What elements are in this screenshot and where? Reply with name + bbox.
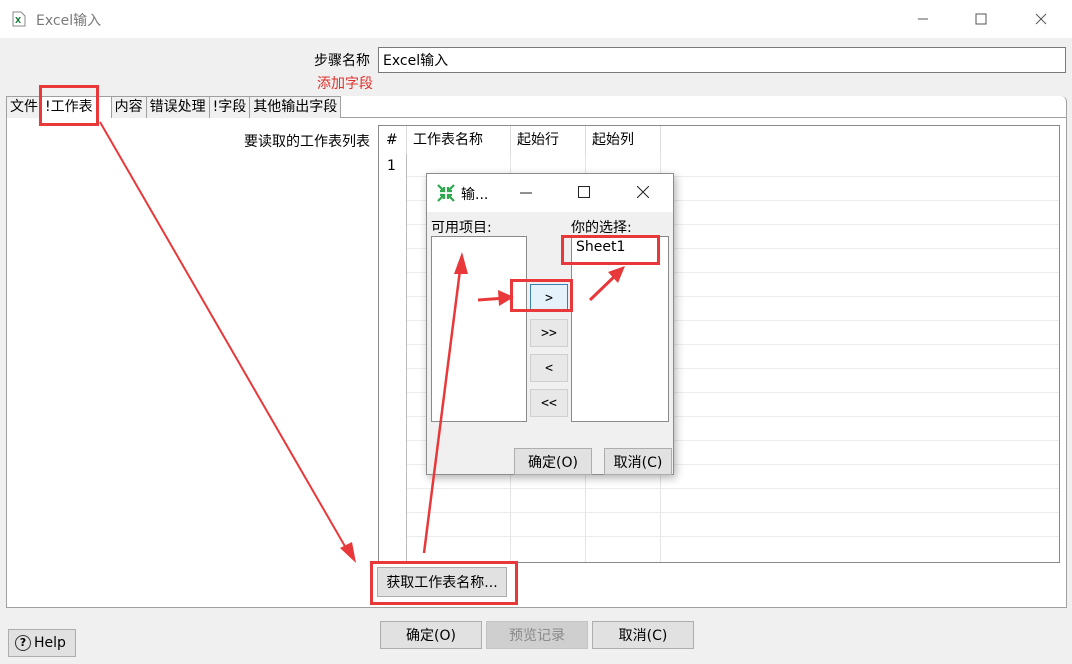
tab-other-output-fields[interactable]: 其他输出字段	[249, 96, 342, 118]
kettle-arrows-icon	[437, 184, 455, 202]
remove-all-button[interactable]: <<	[530, 389, 568, 417]
help-icon: ?	[15, 635, 31, 651]
add-selected-button[interactable]: >	[530, 284, 568, 312]
column-header-start-col[interactable]: 起始列	[586, 126, 661, 154]
window-title: Excel输入	[36, 13, 102, 29]
maximize-icon	[975, 13, 987, 25]
dialog-titlebar: 输...	[427, 174, 673, 212]
list-item[interactable]: Sheet1	[576, 239, 625, 255]
selected-items-list[interactable]: Sheet1	[571, 236, 669, 422]
step-name-input[interactable]	[378, 47, 1066, 73]
dialog-maximize-icon[interactable]	[578, 186, 590, 198]
dialog-minimize-icon[interactable]	[520, 187, 532, 199]
step-name-label: 步骤名称	[314, 53, 370, 69]
excel-file-icon: X	[12, 11, 26, 27]
available-items-list[interactable]	[431, 236, 527, 422]
remove-selected-button[interactable]: <	[530, 354, 568, 382]
tab-content[interactable]: 内容	[110, 96, 147, 118]
close-icon	[1035, 13, 1047, 25]
available-items-label: 可用项目:	[431, 220, 492, 236]
tab-error-handling[interactable]: 错误处理	[145, 96, 210, 118]
help-button[interactable]: ? Help	[8, 629, 76, 657]
window-titlebar: X Excel输入	[0, 0, 1072, 38]
preview-button: 预览记录	[486, 621, 588, 649]
dialog-title: 输...	[461, 187, 489, 203]
add-field-link[interactable]: 添加字段	[317, 73, 373, 93]
column-header-index[interactable]: #	[379, 126, 407, 154]
column-header-start-row[interactable]: 起始行	[511, 126, 586, 154]
dialog-cancel-button[interactable]: 取消(C)	[604, 448, 672, 475]
table-row-number: 1	[387, 158, 396, 174]
cancel-button[interactable]: 取消(C)	[592, 621, 694, 649]
maximize-button[interactable]	[958, 0, 1004, 38]
tab-file[interactable]: 文件	[6, 96, 42, 118]
svg-text:X: X	[15, 16, 22, 25]
minimize-button[interactable]	[900, 0, 946, 38]
minimize-icon	[918, 18, 928, 20]
add-all-button[interactable]: >>	[530, 319, 568, 347]
column-header-sheet-name[interactable]: 工作表名称	[407, 126, 511, 154]
dialog-ok-button[interactable]: 确定(O)	[514, 448, 592, 475]
dialog-close-icon[interactable]	[637, 186, 649, 198]
ok-button[interactable]: 确定(O)	[380, 621, 482, 649]
select-sheets-dialog: 输... 可用项目: 你的选择: Sheet1 > >> < << 确定(O) …	[426, 173, 674, 475]
close-button[interactable]	[1018, 0, 1064, 38]
tab-sheets[interactable]: !工作表	[41, 96, 112, 118]
tab-fields[interactable]: !字段	[208, 96, 251, 118]
get-sheet-names-button[interactable]: 获取工作表名称...	[377, 567, 507, 597]
tab-bar: 文件 !工作表 内容 错误处理 !字段 其他输出字段	[6, 96, 342, 118]
sheet-list-label: 要读取的工作表列表	[244, 134, 370, 150]
your-selection-label: 你的选择:	[571, 220, 632, 236]
help-label: Help	[34, 635, 66, 651]
